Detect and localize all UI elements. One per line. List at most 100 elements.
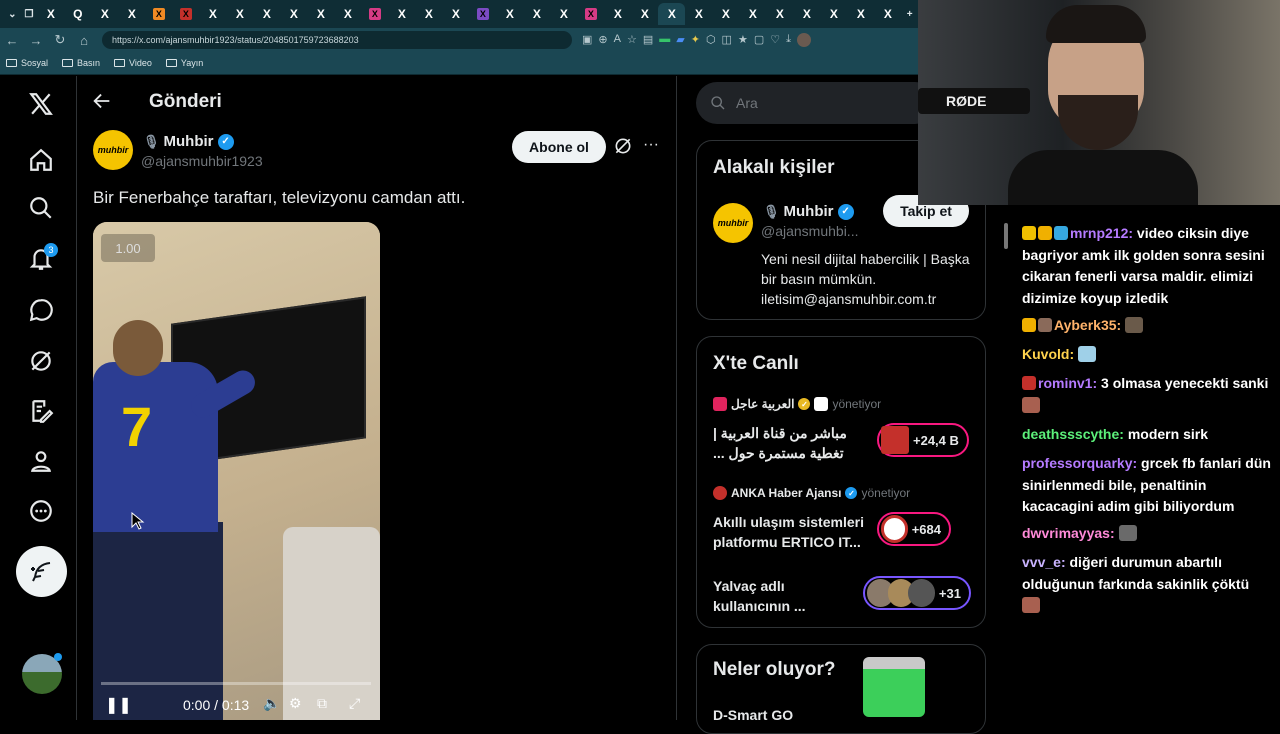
search-nav-icon[interactable] <box>16 186 66 230</box>
video-player[interactable]: 7 1.00 ❚❚ 0:00 / 0:13 🔈 ⚙ ⧉ ⤢ <box>93 222 380 720</box>
live-item-listeners-pill[interactable]: +24,4 B <box>877 423 969 457</box>
browser-tab[interactable]: X <box>793 3 820 25</box>
trending-item[interactable]: D-Smart GO <box>713 707 793 723</box>
live-account[interactable]: العربية عاجل <box>731 397 794 411</box>
browser-tab[interactable]: X <box>631 3 658 25</box>
browser-tab[interactable]: X <box>280 3 307 25</box>
chat-username[interactable]: Kuvold <box>1022 346 1069 362</box>
extension-icon[interactable]: ▤ <box>643 33 653 47</box>
chat-username[interactable]: dwvrimayyas <box>1022 525 1110 541</box>
back-arrow-icon[interactable] <box>91 90 115 114</box>
chat-username[interactable]: professorquarky <box>1022 455 1132 471</box>
back-icon[interactable]: ← <box>0 28 24 52</box>
playback-speed-badge[interactable]: 1.00 <box>101 234 155 262</box>
forward-icon[interactable]: → <box>24 28 48 52</box>
live-item-listeners-pill[interactable]: +684 <box>877 512 951 546</box>
chat-username[interactable]: mrnp212 <box>1070 225 1128 241</box>
x-logo-icon[interactable] <box>16 82 66 126</box>
browser-tab[interactable]: Q <box>64 3 91 25</box>
browser-tab[interactable]: X <box>604 3 631 25</box>
downloads-icon[interactable]: ⤓ <box>786 33 791 47</box>
home-icon[interactable]: ⌂ <box>72 28 96 52</box>
live-item-title[interactable]: مباشر من قناة العربية | تغطية مستمرة حول… <box>713 423 868 463</box>
bookmark-folder-video[interactable]: Video <box>114 58 152 68</box>
chat-username[interactable]: vvv_e <box>1022 554 1061 570</box>
live-item-title[interactable]: Akıllı ulaşım sistemleri platformu ERTIC… <box>713 512 868 552</box>
browser-tab[interactable]: X <box>874 3 901 25</box>
trending-thumbnail[interactable] <box>863 657 925 717</box>
live-account[interactable]: ANKA Haber Ajansı <box>731 486 841 500</box>
browser-tab[interactable]: X <box>307 3 334 25</box>
extension-icon[interactable]: ▬ <box>659 33 670 47</box>
browser-tab[interactable]: X <box>442 3 469 25</box>
bookmark-folder-sosyal[interactable]: Sosyal <box>6 58 48 68</box>
reload-icon[interactable]: ↻ <box>48 28 72 52</box>
more-options-circle-icon[interactable] <box>16 489 66 533</box>
favorite-star-icon[interactable]: ☆ <box>627 33 637 47</box>
browser-tab[interactable]: X <box>172 3 199 25</box>
relevant-person-handle[interactable]: @ajansmuhbi... <box>761 223 858 239</box>
tab-group-icon[interactable]: ❐ <box>21 3 38 25</box>
browser-tab[interactable]: X <box>577 3 604 25</box>
favorites-icon[interactable]: ★ <box>738 33 748 47</box>
articles-edit-icon[interactable] <box>16 389 66 433</box>
browser-tab[interactable]: X <box>658 3 686 25</box>
copilot-icon[interactable]: ♡ <box>770 33 780 47</box>
browser-tab[interactable]: X <box>550 3 577 25</box>
search-box[interactable]: Ara <box>696 82 936 124</box>
grok-explain-icon[interactable] <box>613 136 635 158</box>
browser-tab[interactable]: X <box>523 3 550 25</box>
browser-tab[interactable]: X <box>361 3 388 25</box>
browser-tab[interactable]: X <box>415 3 442 25</box>
bookmark-folder-basin[interactable]: Basın <box>62 58 100 68</box>
profile-avatar[interactable] <box>796 33 811 47</box>
relevant-person-name-row[interactable]: 🎙 Muhbir ✓ <box>763 203 854 220</box>
browser-tab[interactable]: X <box>766 3 793 25</box>
browser-tab[interactable]: X <box>145 3 172 25</box>
browser-tab[interactable]: X <box>388 3 415 25</box>
read-aloud-icon[interactable]: A <box>614 33 621 47</box>
chat-username[interactable]: Ayberk35 <box>1054 317 1117 333</box>
compose-post-button[interactable] <box>16 546 67 597</box>
browser-tab[interactable]: X <box>496 3 523 25</box>
new-tab-button[interactable]: + <box>901 3 918 25</box>
browser-tab[interactable]: X <box>253 3 280 25</box>
browser-tab[interactable]: X <box>469 3 496 25</box>
messages-chat-icon[interactable] <box>16 288 66 332</box>
browser-tab[interactable]: X <box>739 3 766 25</box>
browser-tab[interactable]: X <box>685 3 712 25</box>
more-horizontal-icon[interactable]: ··· <box>640 136 662 158</box>
browser-tab[interactable]: X <box>226 3 253 25</box>
browser-tab[interactable]: X <box>712 3 739 25</box>
chat-username[interactable]: rominv1 <box>1038 375 1092 391</box>
extension-icon[interactable]: ✦ <box>691 33 700 47</box>
browser-tab[interactable]: X <box>820 3 847 25</box>
browser-tab[interactable]: X <box>334 3 361 25</box>
browser-tab[interactable]: X <box>199 3 226 25</box>
fullscreen-icon[interactable]: ⤢ <box>349 695 360 712</box>
extensions-icon[interactable]: ⬡ <box>706 33 716 47</box>
author-handle[interactable]: @ajansmuhbir1923 <box>141 153 263 169</box>
live-item-title[interactable]: Yalvaç adlı kullanıcının ... <box>713 576 863 616</box>
browser-tab[interactable]: X <box>37 3 64 25</box>
extension-icon[interactable]: ▰ <box>676 33 684 47</box>
video-progress-bar[interactable] <box>101 682 371 685</box>
subscribe-button[interactable]: Abone ol <box>512 131 606 163</box>
chat-username[interactable]: deathssscythe <box>1022 426 1119 442</box>
reader-icon[interactable]: ▣ <box>582 33 592 47</box>
volume-icon[interactable]: 🔈 <box>263 695 280 712</box>
chat-scrollbar[interactable] <box>1004 223 1008 249</box>
collections-icon[interactable]: ▢ <box>754 33 764 47</box>
zoom-icon[interactable]: ⊕ <box>598 33 607 47</box>
tab-list-button[interactable]: ⌄ <box>4 3 21 25</box>
picture-in-picture-icon[interactable]: ⧉ <box>317 695 327 712</box>
author-name-row[interactable]: 🎙 Muhbir ✓ <box>143 133 234 150</box>
live-item-listeners-pill[interactable]: +31 <box>863 576 971 610</box>
browser-tab[interactable]: X <box>847 3 874 25</box>
address-bar[interactable]: https://x.com/ajansmuhbir1923/status/204… <box>102 31 572 49</box>
grok-icon[interactable] <box>16 339 66 383</box>
pause-icon[interactable]: ❚❚ <box>105 695 132 715</box>
split-screen-icon[interactable]: ◫ <box>722 33 732 47</box>
relevant-person-avatar[interactable]: muhbir <box>713 203 753 243</box>
browser-tab[interactable]: X <box>118 3 145 25</box>
